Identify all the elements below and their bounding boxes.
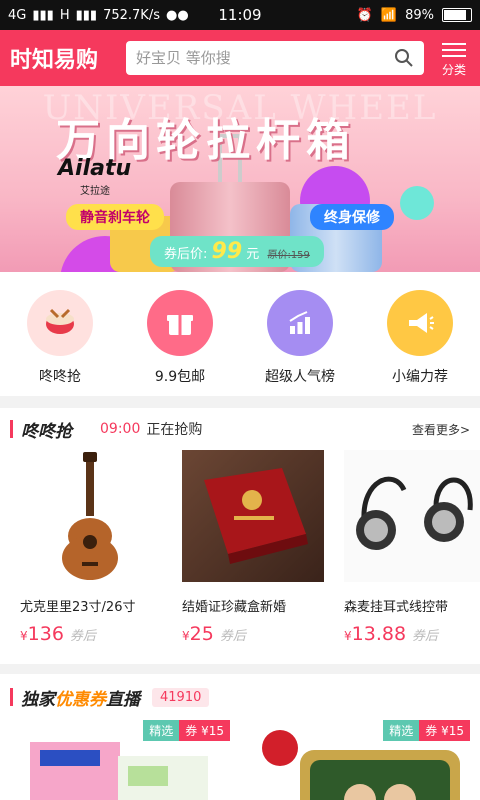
banner-decoration xyxy=(400,186,434,220)
chart-icon xyxy=(267,290,333,356)
featured-tag: 精选 xyxy=(383,720,420,741)
network-indicator: 4G xyxy=(8,7,27,23)
quick-entries: 咚咚抢 9.9包邮 超级人气榜 小编力荐 xyxy=(0,272,480,396)
banner-price-tag: 券后价: 99 元 原价:159 xyxy=(150,236,324,267)
clock: 11:09 xyxy=(218,6,262,24)
wifi-icon: 📶 xyxy=(380,7,398,23)
app-logo: 时知易购 xyxy=(10,47,99,73)
category-label: 分类 xyxy=(441,62,466,77)
quick-entry-free-shipping[interactable]: 9.9包邮 xyxy=(125,290,235,386)
view-more-link[interactable]: 查看更多> xyxy=(412,421,470,438)
section-title: 独家优惠券直播 xyxy=(21,685,140,710)
coupon-count-badge: 41910 xyxy=(152,687,210,707)
quick-entry-label: 9.9包邮 xyxy=(154,369,206,385)
wechat-icon: ●● xyxy=(165,7,189,23)
coupon-live-section: 独家优惠券直播 41910 精选 券 ¥15 精选 券 ¥15 xyxy=(0,674,480,800)
currency-symbol: ¥ xyxy=(20,629,28,643)
currency-symbol: ¥ xyxy=(344,629,352,643)
product-card[interactable]: 结婚证珍藏盒新婚 ¥25 券后 xyxy=(182,450,324,664)
flash-time: 09:00 xyxy=(100,421,141,437)
drum-icon xyxy=(27,290,93,356)
coupon-live-header: 独家优惠券直播 41910 xyxy=(0,674,480,720)
after-coupon-label: 券后 xyxy=(69,629,96,644)
search-input[interactable] xyxy=(136,49,394,67)
section-accent-bar xyxy=(10,420,13,438)
price-unit: 元 xyxy=(246,247,260,262)
product-price: ¥25 券后 xyxy=(182,623,324,645)
coupon-tag: 券 ¥15 xyxy=(419,720,470,741)
title-highlight: 优惠券 xyxy=(55,689,106,710)
coupon-tag: 券 ¥15 xyxy=(179,720,230,741)
ukulele-image xyxy=(20,450,162,582)
featured-tag: 精选 xyxy=(143,720,180,741)
title-part: 直播 xyxy=(106,689,140,710)
signal-icon-2: ▮▮▮ xyxy=(75,7,98,23)
category-button[interactable]: 分类 xyxy=(438,39,470,78)
certificate-box-image xyxy=(182,450,324,582)
alarm-icon: ⏰ xyxy=(356,7,373,23)
product-price: ¥13.88 券后 xyxy=(344,623,480,645)
product-card[interactable]: 森麦挂耳式线控带 ¥13.88 券后 xyxy=(344,450,480,664)
flash-sale-section: 咚咚抢 09:00 正在抢购 查看更多> 尤克里里23寸/26寸 ¥136 券后 xyxy=(0,408,480,664)
earphone-image xyxy=(344,450,480,582)
net-speed: 752.7K/s xyxy=(103,7,160,23)
after-coupon-label: 券后 xyxy=(412,629,439,644)
title-part: 独家 xyxy=(21,689,55,710)
coupon-cards: 精选 券 ¥15 精选 券 ¥15 xyxy=(0,720,480,800)
original-price: 原价:159 xyxy=(267,250,310,261)
product-name: 尤克里里23寸/26寸 xyxy=(20,600,136,615)
search-icon[interactable] xyxy=(394,48,414,68)
product-price: ¥136 券后 xyxy=(20,623,162,645)
banner-price: 99 xyxy=(211,239,243,264)
product-card[interactable]: 尤克里里23寸/26寸 ¥136 券后 xyxy=(20,450,162,664)
product-name: 结婚证珍藏盒新婚 xyxy=(182,600,287,615)
coupon-tags: 精选 券 ¥15 xyxy=(143,720,230,741)
banner-brand: Ailatu xyxy=(58,156,132,181)
flash-sale-header: 咚咚抢 09:00 正在抢购 查看更多> xyxy=(0,408,480,450)
quick-entry-label: 咚咚抢 xyxy=(39,369,81,385)
currency-symbol: ¥ xyxy=(182,629,190,643)
section-accent-bar xyxy=(10,688,13,706)
menu-icon xyxy=(442,39,466,61)
app-header: 时知易购 分类 xyxy=(0,30,480,86)
product-list: 尤克里里23寸/26寸 ¥136 券后 结婚证珍藏盒新婚 ¥25 券后 森麦挂耳… xyxy=(0,450,480,664)
status-bar: 4G ▮▮▮ H ▮▮▮ 752.7K/s ●● 11:09 ⏰ 📶 89% xyxy=(0,0,480,30)
quick-entry-dongdong[interactable]: 咚咚抢 xyxy=(5,290,115,386)
feature-badge: 静音刹车轮 xyxy=(66,204,164,230)
promo-banner[interactable]: UNIVERSAL WHEEL 万向轮拉杆箱 Ailatu 艾拉途 静音刹车轮 … xyxy=(0,86,480,272)
search-box[interactable] xyxy=(126,41,424,75)
price-value: 13.88 xyxy=(351,623,407,645)
battery-percent: 89% xyxy=(405,7,434,23)
megaphone-icon xyxy=(387,290,453,356)
quick-entry-label: 超级人气榜 xyxy=(265,369,335,385)
quick-entry-popular[interactable]: 超级人气榜 xyxy=(245,290,355,386)
quick-entry-label: 小编力荐 xyxy=(392,369,448,385)
price-value: 136 xyxy=(27,623,64,645)
battery-icon xyxy=(442,8,472,22)
product-name: 森麦挂耳式线控带 xyxy=(344,600,449,615)
flash-status: 正在抢购 xyxy=(146,422,203,438)
coupon-product-card[interactable]: 精选 券 ¥15 xyxy=(250,720,470,800)
price-prefix: 券后价: xyxy=(164,247,208,262)
network-indicator-2: H xyxy=(59,7,70,23)
coupon-tags: 精选 券 ¥15 xyxy=(383,720,470,741)
quick-entry-editor-picks[interactable]: 小编力荐 xyxy=(365,290,475,386)
section-title: 咚咚抢 xyxy=(21,421,72,442)
feature-badge: 终身保修 xyxy=(310,204,394,230)
after-coupon-label: 券后 xyxy=(219,629,246,644)
banner-brand-sub: 艾拉途 xyxy=(80,186,110,197)
signal-icon: ▮▮▮ xyxy=(32,7,54,23)
coupon-product-card[interactable]: 精选 券 ¥15 xyxy=(10,720,230,800)
price-value: 25 xyxy=(189,623,214,645)
gift-icon xyxy=(147,290,213,356)
